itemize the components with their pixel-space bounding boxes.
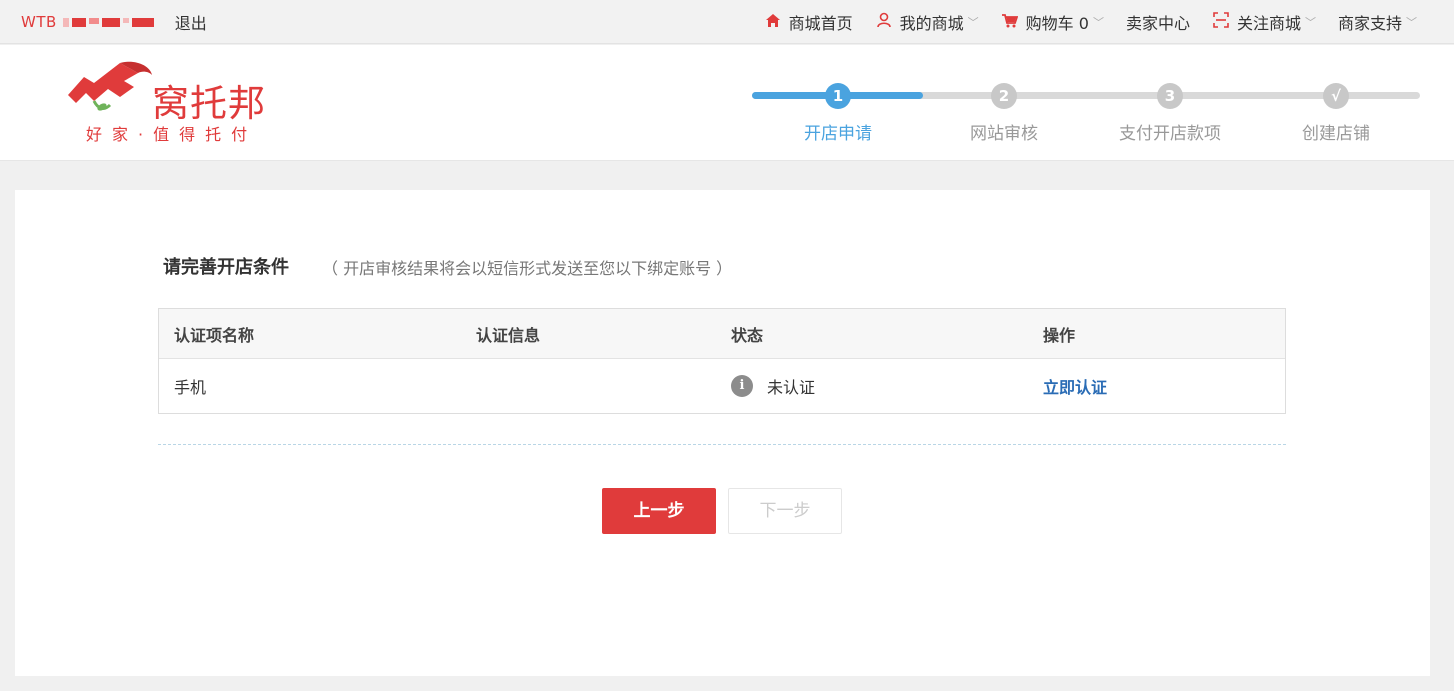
row-name: 手机 xyxy=(174,378,207,397)
prev-step-button[interactable]: 上一步 xyxy=(602,488,716,534)
home-icon xyxy=(764,13,782,32)
logout-link[interactable]: 退出 xyxy=(175,10,207,34)
row-status: i 未认证 xyxy=(731,359,815,413)
nav-label: 关注商城 xyxy=(1236,14,1301,33)
nav-label: 购物车 0 xyxy=(1025,14,1089,33)
logo-icon xyxy=(68,61,152,111)
verification-table: 认证项名称 认证信息 状态 操作 手机 i 未认证 立即认证 xyxy=(158,308,1286,414)
cart-icon xyxy=(1001,13,1019,32)
logo-name: 窝托邦 xyxy=(152,82,266,125)
site-logo[interactable]: 窝托邦 好家·值得托付 xyxy=(64,59,294,147)
nav-label: 商城首页 xyxy=(788,14,853,33)
status-text: 未认证 xyxy=(767,378,816,397)
site-header: 窝托邦 好家·值得托付 1 开店申请 2 网站审核 3 支付开店款项 √ 创建店… xyxy=(0,45,1454,161)
nav-label: 商家支持 xyxy=(1337,14,1402,33)
user-icon xyxy=(875,12,893,32)
nav-merchant-support[interactable]: 商家支持 ﹀ xyxy=(1338,10,1417,34)
step-label: 网站审核 xyxy=(970,124,1038,144)
step-number: 3 xyxy=(1157,83,1183,109)
column-header: 认证项名称 xyxy=(174,325,255,345)
nav-cart[interactable]: 购物车 0 ﹀ xyxy=(1001,10,1104,34)
logo-slogan: 好家·值得托付 xyxy=(86,125,258,144)
page-note: （ 开店审核结果将会以短信形式发送至您以下绑定账号 ） xyxy=(322,259,733,278)
qrcode-icon xyxy=(1212,12,1230,32)
nav-my-mall[interactable]: 我的商城 ﹀ xyxy=(875,10,979,34)
verify-now-link[interactable]: 立即认证 xyxy=(1043,374,1107,398)
chevron-down-icon: ﹀ xyxy=(967,16,979,29)
step-payment: 3 支付开店款项 xyxy=(1095,83,1245,144)
step-number: 1 xyxy=(825,83,851,109)
step-review: 2 网站审核 xyxy=(929,83,1079,144)
step-label: 支付开店款项 xyxy=(1119,124,1221,144)
column-header: 认证信息 xyxy=(476,325,541,345)
chevron-down-icon: ﹀ xyxy=(1092,16,1104,29)
user-area: WTB 退出 xyxy=(21,0,207,44)
main-panel: 请完善开店条件 （ 开店审核结果将会以短信形式发送至您以下绑定账号 ） 认证项名… xyxy=(15,190,1430,676)
step-number: 2 xyxy=(991,83,1017,109)
step-create-shop: √ 创建店铺 xyxy=(1261,83,1411,144)
step-label: 开店申请 xyxy=(804,124,872,144)
nav-seller-center[interactable]: 卖家中心 xyxy=(1126,10,1190,34)
column-header: 状态 xyxy=(731,325,764,345)
row-action: 立即认证 xyxy=(1043,359,1107,413)
top-nav: 商城首页 我的商城 ﹀ 购物车 0 ﹀ 卖家中心 关注商城 ﹀ 商家支持 ﹀ xyxy=(764,0,1417,44)
table-header: 认证项名称 认证信息 状态 操作 xyxy=(159,309,1285,359)
step-label: 创建店铺 xyxy=(1302,124,1370,144)
page-title: 请完善开店条件 xyxy=(163,257,289,278)
step-number: √ xyxy=(1323,83,1349,109)
username: WTB xyxy=(21,13,57,31)
nav-follow-mall[interactable]: 关注商城 ﹀ xyxy=(1212,10,1316,34)
nav-label: 卖家中心 xyxy=(1125,14,1190,33)
info-icon: i xyxy=(731,375,753,397)
nav-label: 我的商城 xyxy=(899,14,964,33)
progress-steps: 1 开店申请 2 网站审核 3 支付开店款项 √ 创建店铺 xyxy=(752,45,1422,161)
divider xyxy=(158,444,1286,445)
next-step-button[interactable]: 下一步 xyxy=(728,488,842,534)
column-header: 操作 xyxy=(1043,325,1076,345)
top-bar: WTB 退出 商城首页 我的商城 ﹀ 购物车 0 ﹀ 卖家中心 关注商城 ﹀ 商… xyxy=(0,0,1454,44)
chevron-down-icon: ﹀ xyxy=(1406,16,1417,29)
table-row: 手机 i 未认证 立即认证 xyxy=(159,359,1285,413)
masked-username xyxy=(62,17,157,27)
step-apply: 1 开店申请 xyxy=(763,83,913,144)
chevron-down-icon: ﹀ xyxy=(1304,16,1316,29)
nav-mall-home[interactable]: 商城首页 xyxy=(764,10,853,34)
